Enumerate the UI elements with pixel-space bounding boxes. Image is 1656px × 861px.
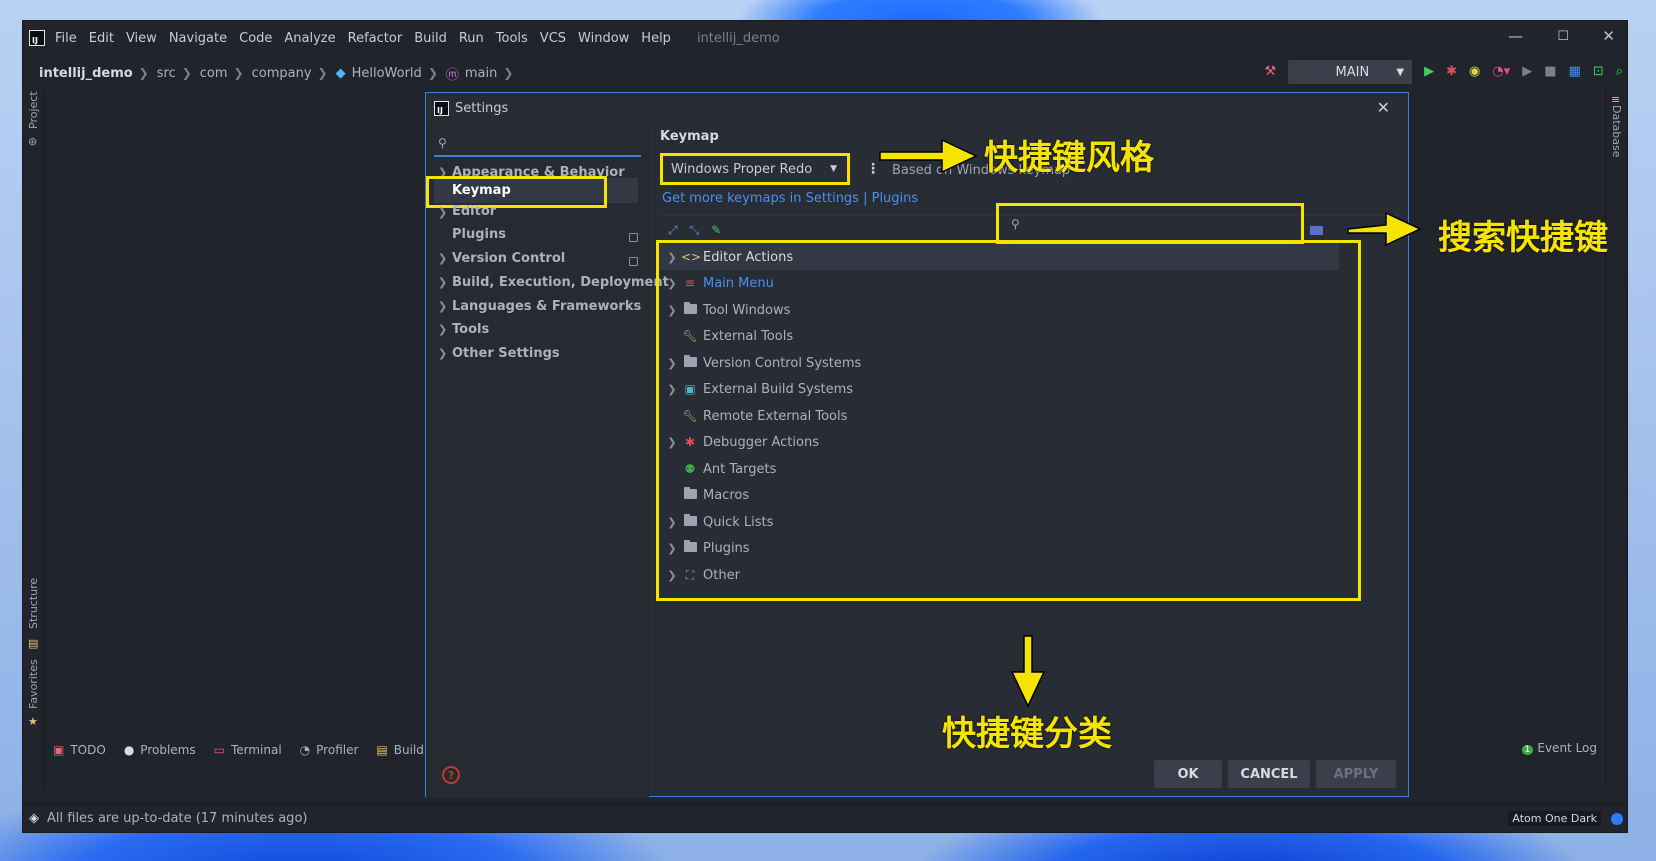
annotation-search: 搜索快捷键 <box>1438 218 1608 258</box>
annotation-arrows <box>879 138 1422 708</box>
arrow-to-category <box>1010 635 1046 708</box>
annotation-category: 快捷键分类 <box>942 714 1112 754</box>
annotation-keymap-style: 快捷键风格 <box>984 138 1154 178</box>
arrow-to-keymap-style <box>879 138 978 174</box>
arrow-to-search <box>1347 211 1422 247</box>
